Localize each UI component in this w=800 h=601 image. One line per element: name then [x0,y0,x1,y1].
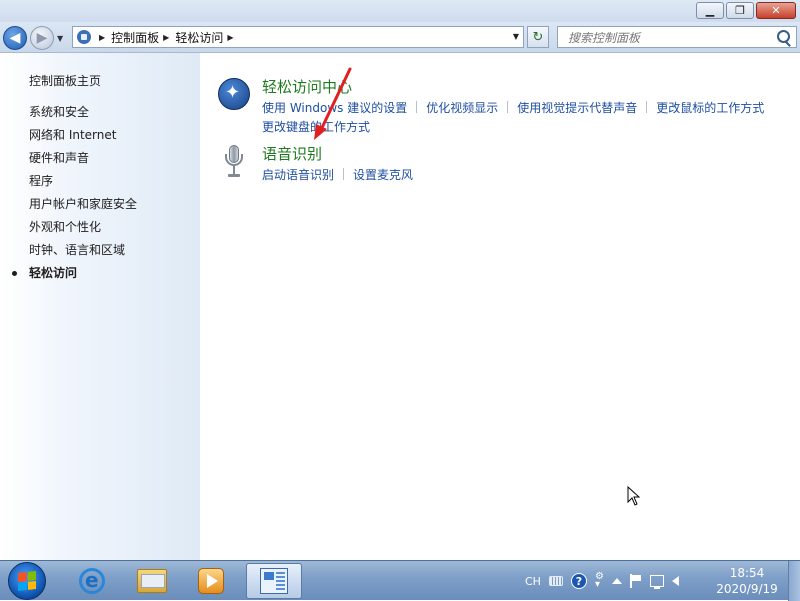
search-box [557,26,797,48]
link-set-up-microphone[interactable]: 设置麦克风 [353,168,413,182]
refresh-button[interactable]: ↻ [527,26,549,48]
link-start-speech-recognition[interactable]: 启动语音识别 [262,168,334,182]
volume-icon[interactable] [671,576,679,586]
taskbar: CH ? ⚙▾ 18:54 2020/9/19 [0,560,800,601]
title-bar[interactable]: ▁ ❐ ✕ [0,0,800,22]
speech-recognition-title[interactable]: 语音识别 [262,143,322,164]
window-controls: ▁ ❐ ✕ [696,2,796,19]
speech-recognition-links: 启动语音识别 设置麦克风 [262,166,792,185]
breadcrumb-chevron-right-icon[interactable]: ▶ [227,33,233,42]
taskbar-control-panel[interactable] [246,563,302,599]
back-button[interactable]: ◀ [3,26,27,50]
show-hidden-icons-chevron-up-icon[interactable] [611,578,622,584]
language-indicator[interactable]: CH [525,575,541,588]
sidebar-item-user-accounts[interactable]: 用户帐户和家庭安全 [29,197,137,220]
link-divider [416,101,418,113]
microphone-icon[interactable] [218,145,250,177]
link-divider [343,168,345,180]
search-input[interactable] [566,28,770,48]
sidebar-item-network-and-internet[interactable]: 网络和 Internet [29,128,137,151]
ease-of-access-icon[interactable] [218,78,250,110]
address-history-chevron-down-icon[interactable]: ▼ [513,32,519,41]
taskbar-media-player[interactable] [183,563,239,599]
breadcrumb-chevron-right-icon[interactable]: ▶ [163,33,169,42]
media-player-icon [198,568,224,594]
clock-date: 2020/9/19 [716,582,778,596]
sidebar: 控制面板主页 系统和安全 网络和 Internet 硬件和声音 程序 用户帐户和… [0,53,200,560]
ease-of-access-links: 使用 Windows 建议的设置 优化视频显示 使用视觉提示代替声音 更改鼠标的工作方… [262,99,792,137]
sidebar-item-ease-of-access: 轻松访问 [11,266,137,289]
recent-pages-chevron-down-icon[interactable]: ▼ [57,34,63,43]
network-icon[interactable] [649,575,664,589]
ease-of-access-center-title[interactable]: 轻松访问中心 [262,76,352,97]
internet-explorer-icon [79,568,105,594]
sidebar-item-system-and-security[interactable]: 系统和安全 [29,105,137,128]
action-center-flag-icon[interactable] [629,574,642,588]
show-desktop-button[interactable] [788,561,800,601]
control-panel-small-icon [77,30,91,44]
sidebar-category-list: 系统和安全 网络和 Internet 硬件和声音 程序 用户帐户和家庭安全 外观… [11,105,137,289]
system-tray: CH ? ⚙ ▾ [525,561,687,601]
start-button[interactable] [8,562,46,600]
minimize-button[interactable]: ▁ [696,2,724,19]
link-divider [646,101,648,113]
link-optimize-visual-display[interactable]: 优化视频显示 [426,101,498,115]
address-bar[interactable]: ▶ 控制面板 ▶ 轻松访问 ▶ ▼ [72,26,524,48]
breadcrumb-chevron-right-icon[interactable]: ▶ [99,33,105,42]
forward-button[interactable]: ▶ [30,26,54,50]
windows-logo-icon [18,571,36,591]
close-button[interactable]: ✕ [756,2,796,19]
link-divider [507,101,509,113]
link-change-mouse-works[interactable]: 更改鼠标的工作方式 [656,101,764,115]
sidebar-item-programs[interactable]: 程序 [29,174,137,197]
clock[interactable]: 18:54 2020/9/19 [712,565,782,597]
taskbar-windows-explorer[interactable] [124,563,180,599]
help-icon[interactable]: ? [570,573,587,589]
keyboard-icon[interactable] [548,576,563,586]
main-content: 轻松访问中心 使用 Windows 建议的设置优化视频显示使用视觉提示代替声音更… [200,53,800,560]
link-change-keyboard-works[interactable]: 更改键盘的工作方式 [262,120,370,134]
sidebar-item-clock-language-region[interactable]: 时钟、语言和区域 [29,243,137,266]
maximize-button[interactable]: ❐ [726,2,754,19]
control-panel-window: ▁ ❐ ✕ ◀ ▶ ▼ ▶ 控制面板 ▶ 轻松访问 ▶ ▼ ↻ 控制面板主页 系… [0,0,800,560]
taskbar-internet-explorer[interactable] [64,563,120,599]
clock-time: 18:54 [729,566,765,580]
sidebar-control-panel-home[interactable]: 控制面板主页 [29,72,101,89]
sidebar-item-hardware-and-sound[interactable]: 硬件和声音 [29,151,137,174]
search-icon[interactable] [777,30,790,43]
control-panel-icon [260,568,288,594]
link-replace-sounds-with-visual-cues[interactable]: 使用视觉提示代替声音 [517,101,637,115]
folder-icon [137,569,167,593]
link-use-windows-recommended-settings[interactable]: 使用 Windows 建议的设置 [262,101,407,115]
breadcrumb-ease-of-access[interactable]: 轻松访问 [175,29,223,46]
sidebar-item-appearance[interactable]: 外观和个性化 [29,220,137,243]
breadcrumb-control-panel[interactable]: 控制面板 [111,29,159,46]
mouse-pointer-icon [627,486,641,506]
ime-options-icon[interactable]: ⚙ ▾ [595,572,604,590]
navigation-bar: ◀ ▶ ▼ ▶ 控制面板 ▶ 轻松访问 ▶ ▼ ↻ [0,22,800,53]
